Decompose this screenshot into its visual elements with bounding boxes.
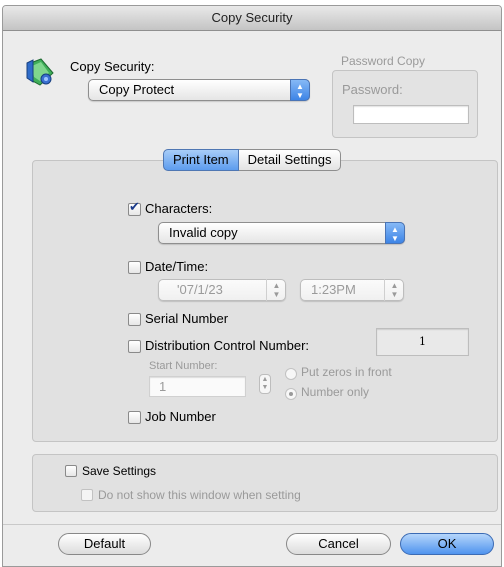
put-zeros-radio[interactable] xyxy=(285,368,297,380)
distribution-control-value-field: 1 xyxy=(376,328,469,356)
start-number-label: Start Number: xyxy=(149,360,218,372)
copy-security-dialog: Copy Security Copy Security: Copy Protec… xyxy=(2,5,502,567)
distribution-control-checkbox[interactable] xyxy=(128,340,141,353)
date-select[interactable]: '07/1/23 ▲ ▼ xyxy=(158,279,286,301)
save-settings-checkbox[interactable] xyxy=(65,465,77,477)
time-select[interactable]: 1:23PM ▲ ▼ xyxy=(300,279,404,301)
characters-checkbox[interactable] xyxy=(128,200,141,216)
do-not-show-checkbox[interactable] xyxy=(81,489,93,501)
serial-number-checkbox[interactable] xyxy=(128,313,141,326)
characters-selected-value: Invalid copy xyxy=(169,225,238,240)
password-label: Password: xyxy=(342,82,403,97)
popup-arrows-icon: ▲ ▼ xyxy=(290,79,310,101)
start-number-input[interactable]: 1 xyxy=(149,376,246,397)
print-item-group xyxy=(32,160,498,442)
time-value: 1:23PM xyxy=(311,282,356,297)
footer-separator xyxy=(3,524,501,525)
stepper-arrows-icon: ▲ ▼ xyxy=(384,279,404,301)
window-title: Copy Security xyxy=(3,6,501,31)
serial-number-label: Serial Number xyxy=(145,311,229,326)
job-number-label: Job Number xyxy=(145,409,216,424)
tab-print-item[interactable]: Print Item xyxy=(163,149,239,171)
characters-label: Characters: xyxy=(145,201,213,216)
date-value: '07/1/23 xyxy=(177,282,223,297)
job-number-checkbox[interactable] xyxy=(128,411,141,424)
number-only-radio[interactable] xyxy=(285,388,297,400)
copy-security-selected-value: Copy Protect xyxy=(99,82,175,97)
date-time-checkbox[interactable] xyxy=(128,261,141,274)
distribution-control-label: Distribution Control Number: xyxy=(145,338,310,353)
password-input[interactable] xyxy=(353,105,469,124)
start-number-value: 1 xyxy=(159,379,167,394)
copy-security-label: Copy Security: xyxy=(70,59,155,74)
date-time-label: Date/Time: xyxy=(145,259,209,274)
tab-detail-settings[interactable]: Detail Settings xyxy=(238,149,342,171)
start-number-stepper[interactable]: ▲ ▼ xyxy=(259,374,271,394)
ok-button[interactable]: OK xyxy=(400,533,494,555)
number-only-label: Number only xyxy=(301,385,370,399)
distribution-control-value: 1 xyxy=(419,335,426,348)
password-copy-group-label: Password Copy xyxy=(341,54,426,68)
password-copy-group xyxy=(332,70,478,138)
put-zeros-label: Put zeros in front xyxy=(301,365,392,379)
popup-arrows-icon: ▲ ▼ xyxy=(385,222,405,244)
stepper-arrows-icon: ▲ ▼ xyxy=(266,279,286,301)
default-button[interactable]: Default xyxy=(58,533,151,555)
characters-select[interactable]: Invalid copy ▲ ▼ xyxy=(158,222,405,244)
do-not-show-label: Do not show this window when setting xyxy=(98,488,301,502)
copy-security-shield-icon xyxy=(23,58,57,88)
save-settings-label: Save Settings xyxy=(82,464,157,478)
copy-security-select[interactable]: Copy Protect ▲ ▼ xyxy=(88,79,310,101)
save-settings-group xyxy=(32,454,498,512)
cancel-button[interactable]: Cancel xyxy=(286,533,391,555)
tab-bar: Print Item Detail Settings xyxy=(163,149,342,171)
